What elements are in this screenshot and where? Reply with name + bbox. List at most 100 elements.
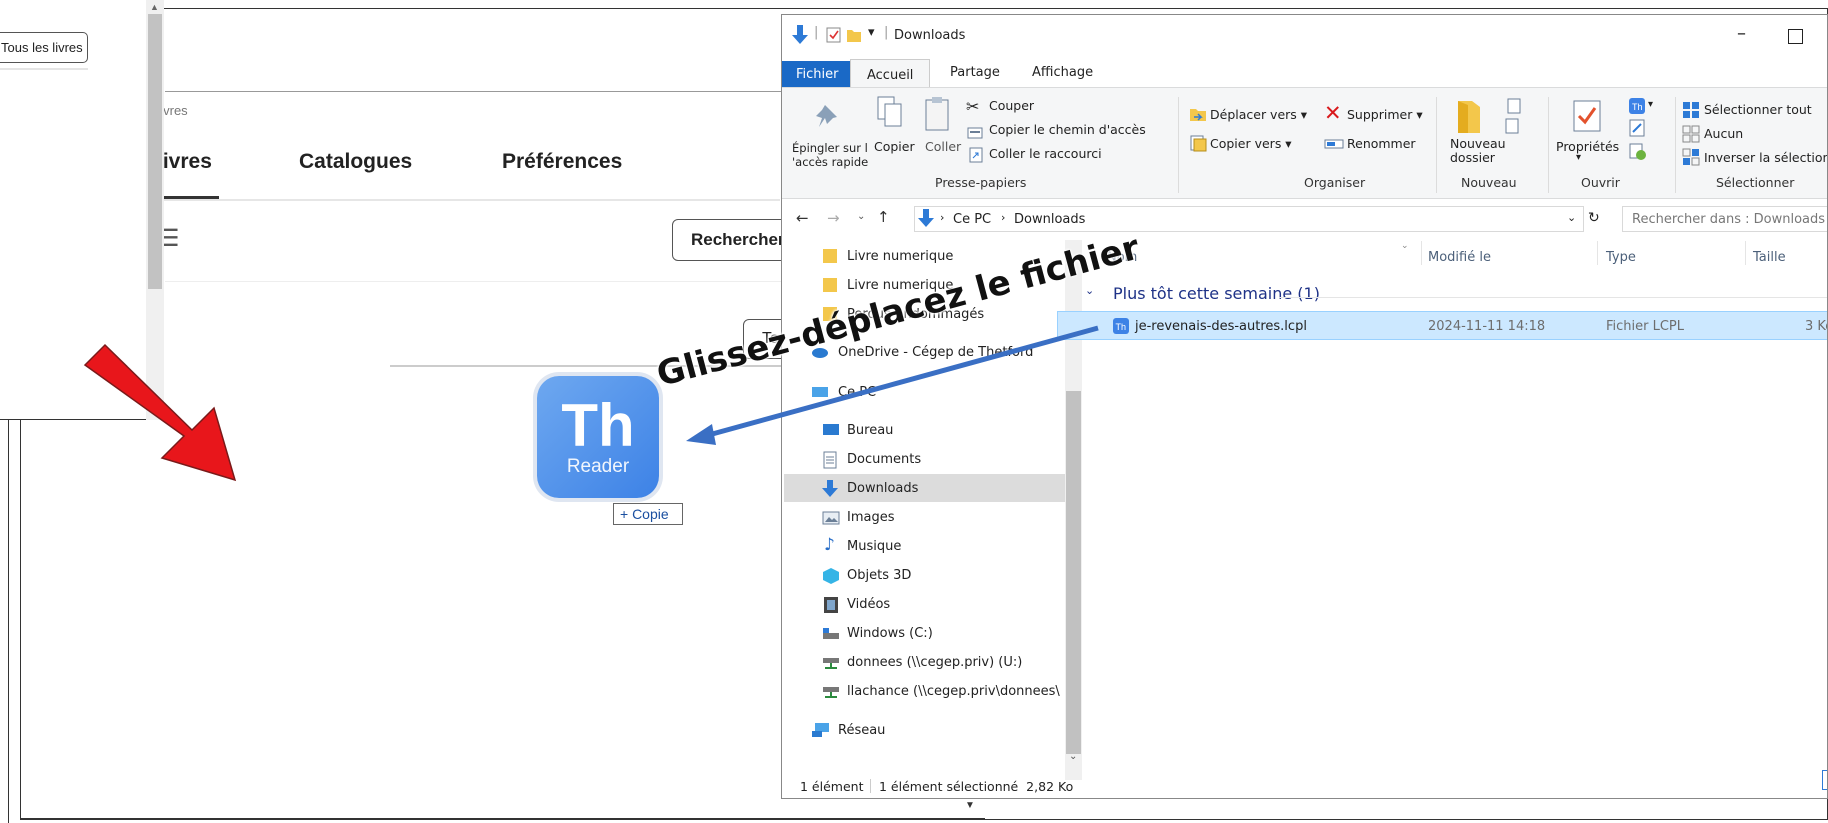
title-separator: | <box>884 25 889 40</box>
group-separator <box>1436 97 1437 193</box>
column-header-taille[interactable]: Taille <box>1753 250 1786 265</box>
folder-icon[interactable] <box>846 27 862 43</box>
paste-shortcut-button[interactable]: Coller le raccourci <box>989 146 1102 161</box>
popup-scroll-thumb[interactable] <box>148 14 162 289</box>
copy-to-button[interactable]: Copier vers ▾ <box>1210 136 1292 151</box>
recent-locations-icon[interactable]: ⌄ <box>857 211 865 222</box>
new-item-icon[interactable] <box>1504 97 1526 137</box>
all-books-button[interactable]: Tous les livres <box>0 32 88 63</box>
nav-item-reseau[interactable]: Réseau <box>838 723 885 738</box>
music-icon: ♪ <box>824 535 835 555</box>
downloads-icon <box>822 480 838 497</box>
window-title: Downloads <box>894 28 966 43</box>
scissors-icon[interactable]: ✂ <box>966 97 979 116</box>
nav-item-donnees-u[interactable]: donnees (\\cegep.priv) (U:) <box>847 655 1022 670</box>
pin-quick-access-button[interactable]: Épingler sur l 'accès rapide <box>792 141 868 169</box>
invert-selection-icon[interactable] <box>1682 148 1700 166</box>
scroll-up-icon[interactable]: ▲ <box>150 2 159 12</box>
column-header-type[interactable]: Type <box>1606 250 1636 265</box>
nav-item-livre-numerique-1[interactable]: Livre numerique <box>847 249 953 264</box>
refresh-icon[interactable]: ↻ <box>1588 210 1600 226</box>
tab-preferences[interactable]: Préférences <box>502 150 622 174</box>
documents-icon <box>823 451 837 469</box>
tab-partage[interactable]: Partage <box>950 65 1000 80</box>
invert-selection-button[interactable]: Inverser la sélection <box>1704 150 1827 165</box>
network-drive-icon <box>823 658 839 669</box>
nav-item-llachance[interactable]: llachance (\\cegep.priv\donnees\ <box>847 684 1065 699</box>
minimize-icon[interactable]: – <box>1737 23 1746 44</box>
delete-icon[interactable]: ✕ <box>1324 101 1342 125</box>
column-divider[interactable] <box>1597 241 1598 265</box>
file-explorer-window: | ▾ | Downloads – Fichier Accueil Partag… <box>781 14 1828 799</box>
breadcrumb-chevron-icon[interactable]: › <box>1001 211 1005 224</box>
breadcrumb-ce-pc[interactable]: Ce PC <box>953 212 991 227</box>
nav-item-windows-c[interactable]: Windows (C:) <box>847 626 933 641</box>
new-folder-icon[interactable] <box>1454 99 1484 135</box>
move-to-icon[interactable] <box>1189 105 1207 123</box>
nav-scroll-thumb[interactable] <box>1066 391 1081 754</box>
status-selected: 1 élément sélectionné 2,82 Ko <box>879 779 1074 794</box>
breadcrumb-downloads[interactable]: Downloads <box>1014 212 1085 227</box>
nav-item-objets-3d[interactable]: Objets 3D <box>847 568 911 583</box>
column-header-modifie[interactable]: Modifié le <box>1428 250 1491 265</box>
tab-catalogues[interactable]: Catalogues <box>299 150 412 174</box>
delete-button[interactable]: Supprimer ▾ <box>1347 107 1423 122</box>
nav-item-ce-pc[interactable]: Ce PC <box>838 385 876 400</box>
properties-dropdown-icon[interactable]: ▾ <box>1576 152 1581 163</box>
scroll-down-icon[interactable]: ▼ <box>965 800 975 811</box>
copy-icon[interactable] <box>876 95 904 133</box>
paste-button[interactable]: Coller <box>925 139 961 154</box>
file-name[interactable]: je-revenais-des-autres.lcpl <box>1135 319 1307 334</box>
customize-toolbar-icon[interactable]: ▾ <box>868 25 875 40</box>
nav-item-images[interactable]: Images <box>847 510 895 525</box>
properties-button[interactable]: Propriétés <box>1556 139 1619 154</box>
tab-affichage[interactable]: Affichage <box>1032 65 1093 80</box>
cut-button[interactable]: Couper <box>989 98 1034 113</box>
column-divider[interactable] <box>1745 241 1746 265</box>
open-dropdown-icon[interactable]: ▾ <box>1648 99 1653 110</box>
search-button[interactable]: Rechercher <box>672 219 792 261</box>
forward-icon[interactable]: → <box>827 209 840 227</box>
details-view-icon[interactable] <box>1822 770 1827 790</box>
paste-shortcut-icon[interactable] <box>969 147 983 163</box>
nav-item-bureau[interactable]: Bureau <box>847 423 893 438</box>
rename-button[interactable]: Renommer <box>1347 136 1416 151</box>
group-collapse-icon[interactable]: ⌄ <box>1085 284 1094 297</box>
move-to-button[interactable]: Déplacer vers ▾ <box>1210 107 1307 122</box>
history-icon[interactable] <box>1629 143 1647 161</box>
tab-fichier[interactable]: Fichier <box>782 61 850 87</box>
nav-item-documents[interactable]: Documents <box>847 452 921 467</box>
copy-path-icon[interactable] <box>967 127 983 139</box>
column-divider[interactable] <box>1421 241 1422 265</box>
tab-accueil[interactable]: Accueil <box>850 59 930 88</box>
properties-checkbox-icon[interactable] <box>826 27 841 43</box>
open-with-icon[interactable]: Th <box>1628 97 1646 115</box>
select-none-icon[interactable] <box>1682 125 1700 143</box>
up-icon[interactable]: ↑ <box>877 208 890 226</box>
copy-path-button[interactable]: Copier le chemin d'accès <box>989 122 1146 137</box>
copy-button[interactable]: Copier <box>874 139 915 154</box>
back-icon[interactable]: ← <box>796 209 809 227</box>
group-header[interactable]: Plus tôt cette semaine (1) <box>1113 284 1320 303</box>
nav-item-videos[interactable]: Vidéos <box>847 597 890 612</box>
search-placeholder[interactable]: Rechercher dans : Downloads <box>1632 212 1825 227</box>
pin-icon[interactable] <box>816 101 844 131</box>
nav-item-onedrive[interactable]: OneDrive - Cégep de Thetford <box>838 345 1033 360</box>
new-folder-button[interactable]: Nouveau dossier <box>1450 137 1506 165</box>
nav-item-downloads[interactable]: Downloads <box>847 481 918 496</box>
group-divider <box>1279 297 1827 298</box>
select-all-button[interactable]: Sélectionner tout <box>1704 102 1812 117</box>
nav-scroll-down-icon[interactable]: ⌄ <box>1069 751 1077 762</box>
paste-icon[interactable] <box>923 95 951 133</box>
address-dropdown-icon[interactable]: ⌄ <box>1567 211 1576 224</box>
rename-icon[interactable] <box>1324 137 1344 151</box>
copy-to-icon[interactable] <box>1189 134 1207 152</box>
group-label-ouvrir: Ouvrir <box>1581 175 1620 190</box>
nav-item-musique[interactable]: Musique <box>847 539 901 554</box>
breadcrumb-chevron-icon[interactable]: › <box>940 211 944 224</box>
edit-icon[interactable] <box>1629 119 1645 137</box>
select-none-button[interactable]: Aucun <box>1704 126 1743 141</box>
properties-icon[interactable] <box>1572 99 1602 133</box>
maximize-icon[interactable] <box>1788 29 1803 44</box>
select-all-icon[interactable] <box>1682 101 1700 119</box>
